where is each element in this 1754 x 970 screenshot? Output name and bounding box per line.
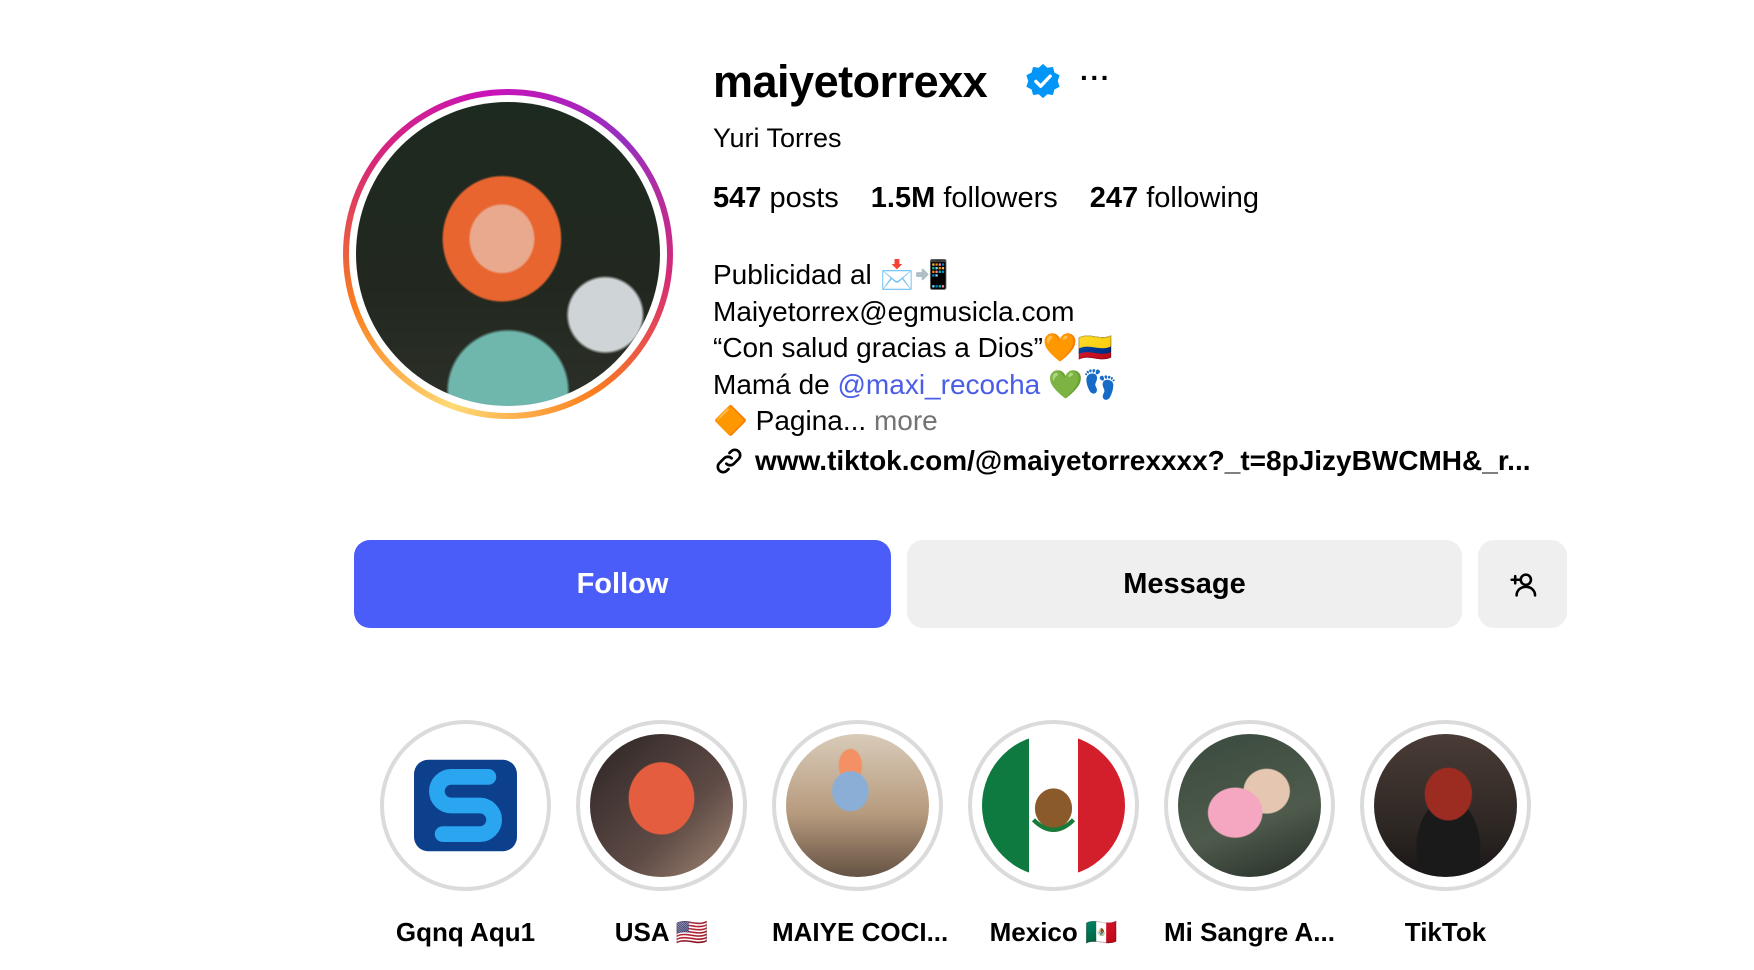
bio-text: Mamá de: [713, 368, 838, 400]
highlight-cover: [786, 734, 929, 877]
highlight-cover: [1178, 734, 1321, 877]
highlight-cover: [394, 734, 537, 877]
highlight-ring: [772, 720, 943, 891]
follow-button[interactable]: Follow: [354, 540, 891, 628]
posts-count: 547: [713, 182, 762, 214]
story-highlights: Gqnq Aqu1 USA 🇺🇸 MAIYE COCI... Mexico 🇲🇽…: [380, 720, 1531, 948]
add-person-icon: [1509, 573, 1536, 597]
bio-line: “Con salud gracias a Dios”🧡🇨🇴: [713, 332, 1113, 363]
bio-line: Mamá de @maxi_recocha 💚👣: [713, 367, 1118, 404]
following-count: 247: [1089, 182, 1139, 214]
bio-text: 🔶 Pagina...: [713, 405, 867, 436]
highlight-item[interactable]: USA 🇺🇸: [576, 720, 747, 948]
highlight-label: MAIYE COCI...: [772, 917, 949, 947]
posts-stat: 547 posts: [713, 182, 839, 215]
posts-label: posts: [769, 182, 839, 214]
message-button[interactable]: Message: [907, 540, 1462, 628]
highlight-ring: [1164, 720, 1335, 891]
profile-bio: Publicidad al 📩📲 Maiyetorrex@egmusicla.c…: [713, 257, 1118, 440]
highlight-label: Mexico 🇲🇽: [989, 917, 1118, 947]
highlight-ring: [380, 720, 551, 891]
highlight-label: USA 🇺🇸: [614, 917, 709, 947]
verified-badge-icon: [1026, 63, 1060, 99]
highlight-item[interactable]: Gqnq Aqu1: [380, 720, 551, 948]
profile-avatar[interactable]: [343, 89, 673, 419]
highlight-item[interactable]: MAIYE COCI...: [772, 720, 949, 948]
bio-more-button[interactable]: more: [874, 405, 938, 436]
profile-username: maiyetorrexx: [713, 56, 988, 107]
highlight-label: TikTok: [1404, 917, 1487, 947]
highlight-cover: [590, 734, 733, 877]
bio-line: Publicidad al 📩📲: [713, 259, 950, 290]
highlight-item[interactable]: Mexico 🇲🇽: [968, 720, 1139, 948]
followers-label: followers: [943, 182, 1058, 214]
followers-stat[interactable]: 1.5M followers: [871, 182, 1058, 215]
avatar-ring-gap: [349, 95, 667, 413]
following-label: following: [1146, 182, 1260, 214]
highlight-label: Mi Sangre A...: [1164, 917, 1335, 947]
profile-external-link[interactable]: www.tiktok.com/@maiyetorrexxxx?_t=8pJizy…: [713, 445, 1531, 477]
highlight-ring: [1360, 720, 1531, 891]
bio-mention-link[interactable]: @maxi_recocha: [838, 369, 1041, 400]
following-stat[interactable]: 247 following: [1090, 182, 1259, 215]
highlight-item[interactable]: Mi Sangre A...: [1164, 720, 1335, 948]
avatar-photo: [356, 102, 660, 406]
s-logo-icon: [414, 759, 517, 852]
bio-text: 💚👣: [1040, 368, 1118, 400]
highlight-cover: [982, 734, 1125, 877]
highlight-ring: [968, 720, 1139, 891]
highlight-label: Gqnq Aqu1: [395, 917, 536, 947]
mexico-coat-of-arms-icon: [1031, 788, 1076, 832]
profile-full-name: Yuri Torres: [713, 123, 842, 153]
bio-email: Maiyetorrex@egmusicla.com: [713, 295, 1075, 327]
more-options-button[interactable]: ···: [1080, 62, 1111, 94]
highlight-item[interactable]: TikTok: [1360, 720, 1531, 948]
suggested-accounts-button[interactable]: [1478, 540, 1567, 628]
highlight-cover: [1374, 734, 1517, 877]
highlight-ring: [576, 720, 747, 891]
followers-count: 1.5M: [870, 182, 936, 214]
bio-line: 🔶 Pagina... more: [713, 403, 1118, 440]
external-link-text: www.tiktok.com/@maiyetorrexxxx?_t=8pJizy…: [755, 445, 1531, 476]
link-icon: [716, 448, 742, 474]
profile-stats: 547 posts 1.5M followers 247 following: [713, 182, 1259, 215]
